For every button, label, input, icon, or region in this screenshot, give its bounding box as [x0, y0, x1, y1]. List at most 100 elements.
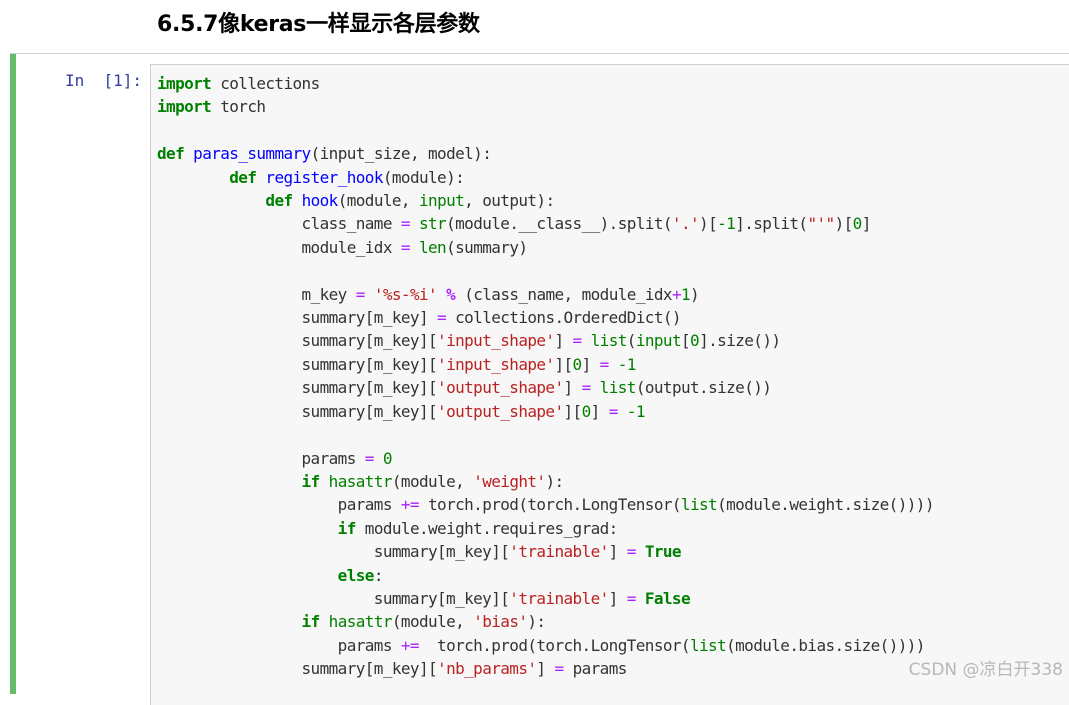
- code-token: import: [157, 97, 212, 117]
- code-token: ]: [563, 378, 582, 398]
- code-line: if module.weight.requires_grad:: [157, 519, 619, 538]
- code-editor[interactable]: import collections import torch def para…: [150, 64, 1069, 705]
- code-token: 0: [690, 331, 700, 351]
- code-token: summary[m_key]: [157, 308, 438, 328]
- code-token: :: [373, 565, 384, 585]
- code-token: =: [355, 284, 366, 304]
- code-line: import torch: [157, 97, 266, 117]
- code-token: module_idx: [157, 237, 401, 257]
- code-token: hasattr: [328, 612, 393, 632]
- code-token: True: [644, 542, 682, 562]
- code-content[interactable]: import collections import torch def para…: [157, 72, 934, 681]
- code-token: params: [157, 635, 401, 655]
- code-token: ]: [608, 588, 627, 608]
- code-line: def paras_summary(input_size, model):: [157, 144, 492, 164]
- code-cell[interactable]: In [1]: import collections import torch …: [10, 53, 1069, 705]
- code-token: )[: [699, 214, 718, 234]
- code-token: 'input_shape': [437, 354, 555, 374]
- code-token: def: [229, 167, 257, 187]
- code-line: module_idx = len(summary): [157, 237, 528, 257]
- watermark: CSDN @凉白开338: [908, 660, 1063, 680]
- code-token: ):: [527, 612, 546, 632]
- code-token: False: [644, 588, 691, 608]
- code-token: ]: [608, 542, 627, 562]
- code-token: =: [400, 237, 411, 257]
- code-token: '.': [671, 214, 700, 234]
- code-token: if: [301, 471, 321, 491]
- code-line: class_name = str(module.__class__).split…: [157, 214, 872, 234]
- code-token: =: [572, 331, 583, 351]
- code-line: summary[m_key]['output_shape'] = list(ou…: [157, 378, 772, 398]
- code-token: +=: [400, 635, 420, 655]
- code-token: +: [671, 284, 682, 304]
- code-token: 'weight': [473, 471, 546, 491]
- code-line: m_key = '%s-%i' % (class_name, module_id…: [157, 284, 700, 304]
- code-token: register_hook: [265, 167, 383, 187]
- code-token: def: [157, 144, 185, 164]
- code-token: else: [337, 565, 375, 585]
- code-token: ].split(: [735, 214, 808, 234]
- code-token: class_name: [157, 214, 401, 234]
- code-token: =: [626, 588, 637, 608]
- code-token: ][: [554, 354, 573, 374]
- code-token: paras_summary: [193, 144, 311, 164]
- code-token: (module.bias.size()))): [726, 635, 925, 655]
- code-token: =: [437, 308, 447, 328]
- code-line: summary[m_key]['input_shape'][0] = -1: [157, 354, 637, 374]
- code-token: input: [419, 191, 465, 211]
- code-token: torch.prod(torch.LongTensor(: [418, 635, 691, 655]
- code-token: len: [418, 237, 447, 257]
- code-token: '%s-%i': [373, 284, 438, 304]
- code-token: m_key: [157, 284, 356, 304]
- code-token: 'trainable': [509, 588, 609, 608]
- code-token: if: [301, 612, 321, 632]
- code-token: hook: [301, 191, 339, 211]
- code-token: ].size()): [699, 331, 781, 351]
- code-token: (module,: [337, 191, 419, 211]
- code-token: params: [563, 659, 628, 679]
- code-token: ]: [861, 214, 872, 234]
- code-line: params = 0: [157, 448, 393, 468]
- code-token: [: [681, 331, 691, 351]
- code-line: summary[m_key] = collections.OrderedDict…: [157, 308, 682, 328]
- code-token: =: [581, 378, 592, 398]
- code-token: (class_name, module_idx: [455, 284, 672, 304]
- code-token: 0: [382, 448, 393, 468]
- code-token: 'output_shape': [437, 401, 564, 421]
- code-token: (module.__class__).split(: [446, 214, 672, 234]
- code-token: 'input_shape': [437, 331, 555, 351]
- code-line: summary[m_key]['trainable'] = False: [157, 588, 691, 608]
- code-token: )[: [834, 214, 854, 234]
- code-token: +=: [400, 495, 420, 515]
- code-token: list: [599, 378, 637, 398]
- code-token: list: [680, 495, 718, 515]
- code-line: summary[m_key]['trainable'] = True: [157, 542, 682, 562]
- code-token: %: [446, 284, 456, 304]
- code-token: ]: [590, 401, 609, 421]
- code-token: 0: [852, 214, 863, 234]
- code-token: =: [364, 448, 375, 468]
- code-line: if hasattr(module, 'bias'):: [157, 612, 547, 632]
- input-prompt: In [1]:: [65, 71, 143, 90]
- code-token: ]: [554, 331, 573, 351]
- code-token: (module.weight.size()))): [717, 495, 934, 515]
- code-token: =: [599, 354, 610, 374]
- code-token: str: [418, 214, 447, 234]
- code-line: params += torch.prod(torch.LongTensor(li…: [157, 495, 935, 515]
- code-token: 0: [572, 354, 583, 374]
- code-token: summary[m_key][: [157, 378, 438, 398]
- code-token: summary[m_key][: [157, 354, 438, 374]
- code-token: (output.size()): [635, 378, 772, 398]
- code-line: if hasattr(module, 'weight'):: [157, 471, 565, 491]
